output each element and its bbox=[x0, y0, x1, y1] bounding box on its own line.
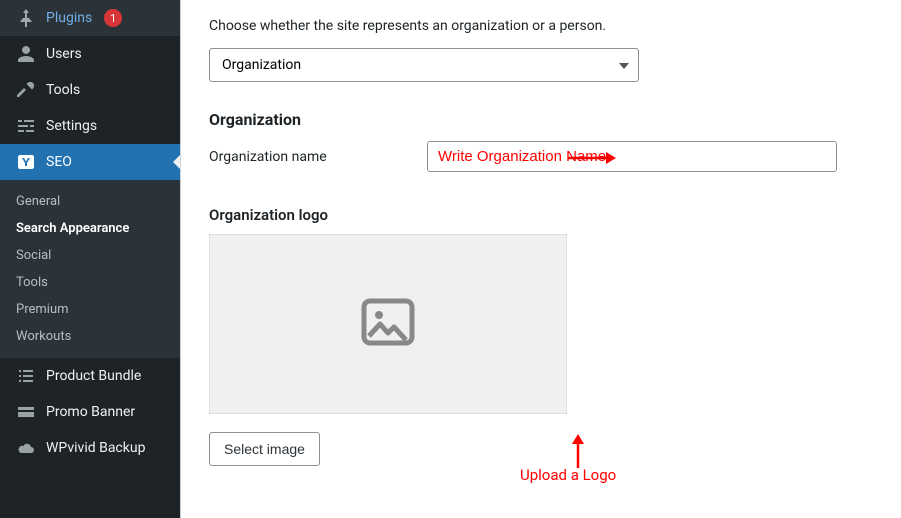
sidebar-item-tools[interactable]: Tools bbox=[0, 72, 180, 108]
sidebar-item-users[interactable]: Users bbox=[0, 36, 180, 72]
admin-sidebar: Plugins 1 Users Tools Settings SEO Gener… bbox=[0, 0, 180, 518]
yoast-icon bbox=[16, 152, 36, 172]
users-icon bbox=[16, 44, 36, 64]
sidebar-item-seo[interactable]: SEO bbox=[0, 144, 180, 180]
sliders-icon bbox=[16, 116, 36, 136]
entity-description: Choose whether the site represents an or… bbox=[209, 18, 873, 34]
menu-label: SEO bbox=[46, 154, 72, 170]
menu-label: WPvivid Backup bbox=[46, 440, 145, 456]
submenu-general[interactable]: General bbox=[0, 188, 180, 215]
cloud-icon bbox=[16, 438, 36, 458]
sidebar-item-promo-banner[interactable]: Promo Banner bbox=[0, 394, 180, 430]
submenu-search-appearance[interactable]: Search Appearance bbox=[0, 215, 180, 242]
menu-label: Users bbox=[46, 46, 82, 62]
submenu-social[interactable]: Social bbox=[0, 242, 180, 269]
sidebar-item-product-bundle[interactable]: Product Bundle bbox=[0, 358, 180, 394]
logo-upload-box[interactable] bbox=[209, 234, 567, 414]
org-name-label: Organization name bbox=[209, 149, 359, 165]
entity-select-wrap: Organization bbox=[209, 48, 639, 82]
menu-label: Settings bbox=[46, 118, 97, 134]
list-icon bbox=[16, 366, 36, 386]
submenu-workouts[interactable]: Workouts bbox=[0, 323, 180, 350]
banner-icon bbox=[16, 402, 36, 422]
sidebar-item-wpvivid[interactable]: WPvivid Backup bbox=[0, 430, 180, 466]
submenu-premium[interactable]: Premium bbox=[0, 296, 180, 323]
annotation-upload-logo: Upload a Logo bbox=[520, 466, 616, 484]
menu-label: Tools bbox=[46, 82, 80, 98]
plug-icon bbox=[16, 8, 36, 28]
sidebar-item-plugins[interactable]: Plugins 1 bbox=[0, 0, 180, 36]
organization-heading: Organization bbox=[209, 110, 873, 129]
annotation-arrow-right-icon bbox=[568, 151, 616, 169]
main-content: Choose whether the site represents an or… bbox=[180, 0, 901, 518]
select-image-button[interactable]: Select image bbox=[209, 432, 320, 466]
wrench-icon bbox=[16, 80, 36, 100]
org-logo-label: Organization logo bbox=[209, 206, 873, 224]
image-placeholder-icon bbox=[361, 298, 415, 350]
submenu-tools[interactable]: Tools bbox=[0, 269, 180, 296]
menu-label: Product Bundle bbox=[46, 368, 141, 384]
entity-select[interactable]: Organization bbox=[209, 48, 639, 82]
org-name-row: Organization name bbox=[209, 141, 873, 172]
org-name-input[interactable] bbox=[427, 141, 837, 172]
seo-submenu: General Search Appearance Social Tools P… bbox=[0, 180, 180, 358]
menu-label: Promo Banner bbox=[46, 404, 135, 420]
menu-label: Plugins bbox=[46, 10, 92, 26]
sidebar-item-settings[interactable]: Settings bbox=[0, 108, 180, 144]
update-badge: 1 bbox=[104, 9, 122, 27]
